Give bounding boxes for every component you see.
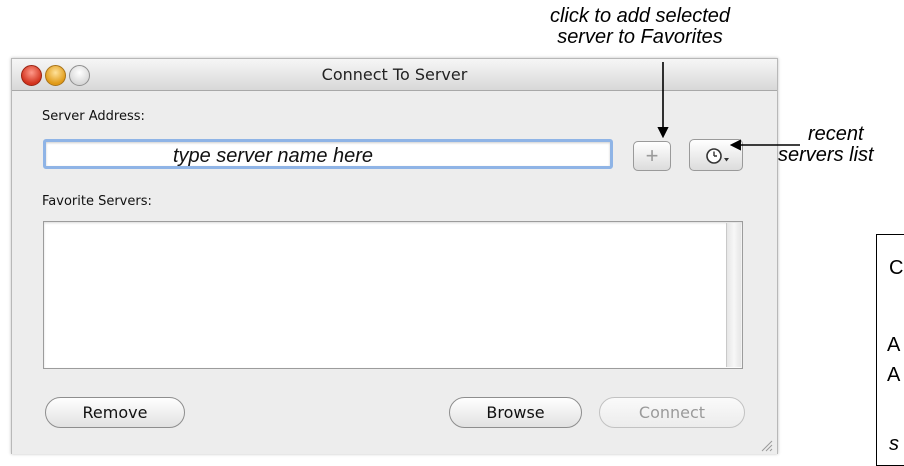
side-info-box: C A A s (876, 234, 904, 466)
add-to-favorites-button[interactable]: + (633, 141, 671, 171)
browse-button[interactable]: Browse (449, 397, 582, 428)
recent-servers-button[interactable] (689, 139, 743, 171)
server-address-input[interactable]: type server name here (43, 139, 613, 169)
annotation-line: servers list (778, 144, 874, 166)
favorite-servers-label: Favorite Servers: (42, 194, 152, 209)
side-text: A (887, 334, 901, 356)
side-text: C (889, 257, 904, 279)
title-bar: Connect To Server (12, 59, 777, 91)
annotation-add-favorites: click to add selected server to Favorite… (480, 6, 800, 48)
window-title: Connect To Server (321, 65, 468, 84)
side-text: A (887, 364, 901, 386)
resize-grip-icon[interactable] (759, 438, 773, 452)
connect-to-server-window: Connect To Server Server Address: type s… (11, 58, 778, 454)
plus-icon: + (645, 143, 659, 168)
connect-button[interactable]: Connect (599, 397, 745, 428)
favorite-servers-list[interactable] (43, 221, 743, 369)
side-text: s (889, 433, 899, 455)
remove-button[interactable]: Remove (45, 397, 185, 428)
annotation-line: server to Favorites (557, 26, 723, 48)
annotation-line: click to add selected (549, 5, 731, 27)
server-address-hint: type server name here (172, 145, 374, 167)
annotation-recent-servers: recent servers list (778, 124, 904, 166)
favorites-scrollbar[interactable] (726, 223, 741, 367)
annotation-line: recent (808, 123, 864, 145)
server-address-label: Server Address: (42, 109, 145, 124)
clock-icon (706, 148, 729, 164)
